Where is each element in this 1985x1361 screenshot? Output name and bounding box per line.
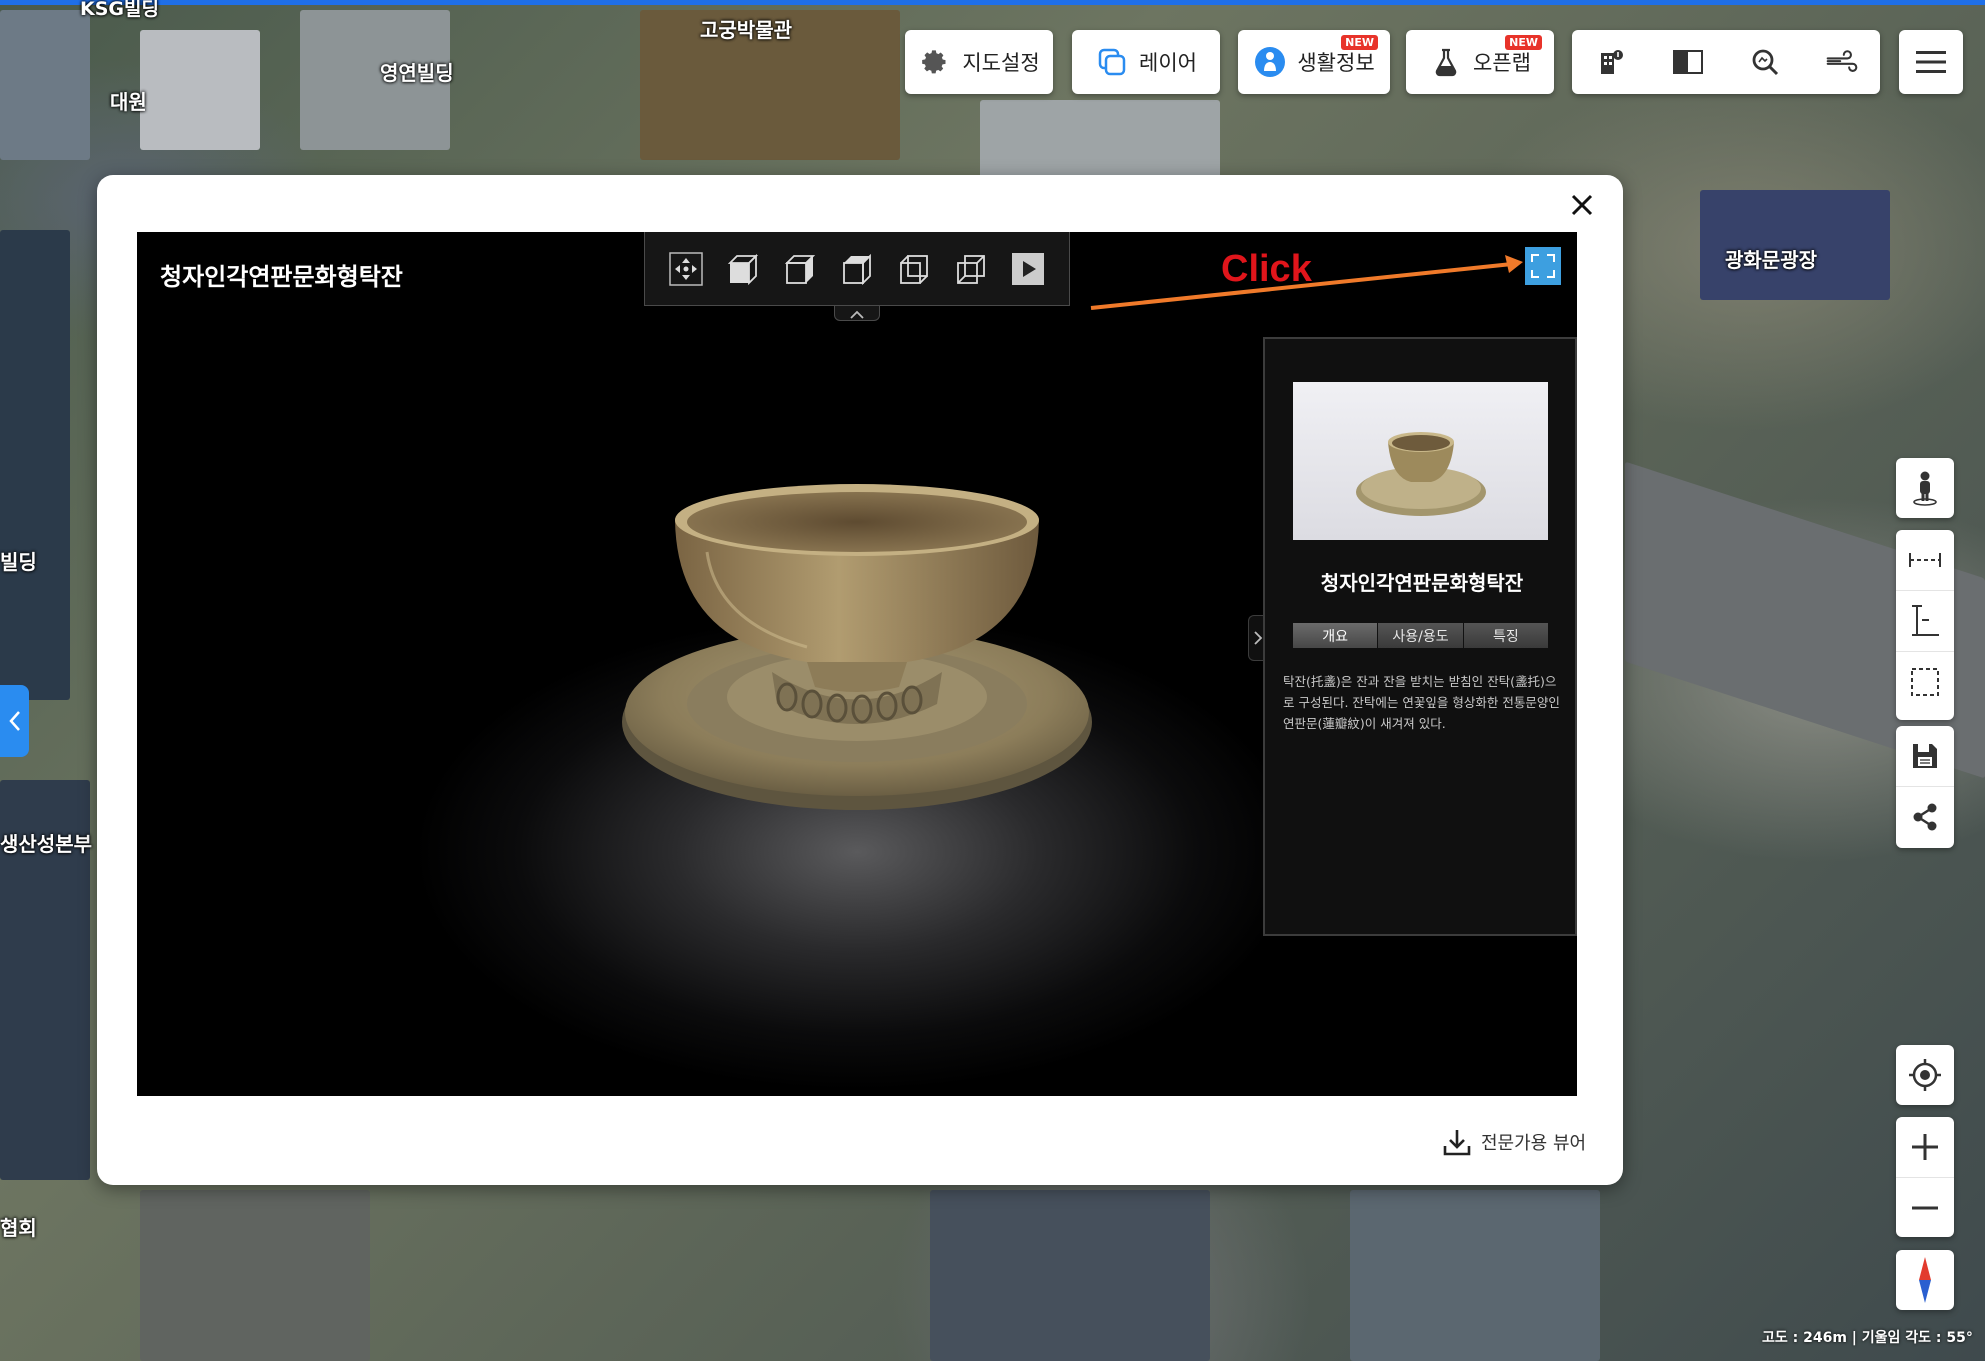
street-view-control[interactable] xyxy=(1896,458,1954,518)
menu-button[interactable] xyxy=(1899,30,1963,94)
map-building xyxy=(140,1190,370,1361)
expand-icon xyxy=(1531,254,1555,278)
living-info-label: 생활정보 xyxy=(1297,51,1375,75)
tool-group xyxy=(1572,30,1880,94)
tab-overview[interactable]: 개요 xyxy=(1293,623,1379,648)
person-info-icon xyxy=(1253,45,1287,79)
split-view-icon[interactable] xyxy=(1671,45,1705,79)
collapse-toolbar-tab[interactable] xyxy=(834,306,880,321)
play-rotation-button[interactable] xyxy=(1009,250,1047,288)
map-label: 협회 xyxy=(0,1216,37,1240)
compass-icon[interactable] xyxy=(1896,1250,1954,1310)
move-icon xyxy=(668,251,703,286)
new-badge: NEW xyxy=(1505,35,1542,50)
cup-thumbnail-image xyxy=(1356,432,1486,516)
cube-other-side-icon xyxy=(957,254,986,284)
share-icon[interactable] xyxy=(1896,787,1954,847)
cube-side-icon xyxy=(784,254,816,284)
back-view-button[interactable] xyxy=(895,250,933,288)
artifact-info-panel: 청자인각연판문화형탁잔 개요 사용/용도 특징 탁잔(托盞)은 잔과 잔을 받치… xyxy=(1263,337,1577,936)
reset-view-button[interactable] xyxy=(667,250,705,288)
annotation-arrow xyxy=(1090,255,1523,310)
layers-label: 레이어 xyxy=(1139,51,1197,75)
cube-front-icon xyxy=(727,253,758,285)
building-info-icon[interactable] xyxy=(1594,45,1628,79)
cube-top-icon xyxy=(843,253,871,285)
tab-features[interactable]: 특징 xyxy=(1463,623,1548,648)
distance-measure-icon[interactable] xyxy=(1896,530,1954,591)
map-label: KSG빌딩 xyxy=(80,0,159,20)
map-label: 빌딩 xyxy=(0,550,37,574)
top-view-button[interactable] xyxy=(838,250,876,288)
map-building xyxy=(0,10,90,160)
flask-icon xyxy=(1429,45,1463,79)
map-label: 영연빌딩 xyxy=(380,61,454,85)
map-settings-button[interactable]: 지도설정 xyxy=(905,30,1053,94)
living-info-button[interactable]: NEW 생활정보 xyxy=(1238,30,1390,94)
map-building xyxy=(0,230,70,700)
top-accent-bar xyxy=(0,0,1985,5)
fullscreen-button[interactable] xyxy=(1525,247,1561,285)
new-badge: NEW xyxy=(1341,35,1378,50)
expert-viewer-download-button[interactable]: 전문가용 뷰어 xyxy=(1443,1128,1586,1156)
chevron-right-icon xyxy=(1254,631,1263,645)
artifact-name: 청자인각연판문화형탁잔 xyxy=(1320,571,1524,595)
measure-tools xyxy=(1896,530,1954,720)
wind-icon[interactable] xyxy=(1825,45,1859,79)
tab-usage[interactable]: 사용/용도 xyxy=(1378,623,1464,648)
3d-model-viewer[interactable]: 청자인각연판문화형탁잔 Click 청자인각연판문화형탁잔 개요 사용/용도 특… xyxy=(137,232,1577,1096)
area-measure-icon[interactable] xyxy=(1896,652,1954,712)
hamburger-menu-icon xyxy=(1914,45,1948,79)
map-building xyxy=(1350,1190,1600,1361)
download-icon xyxy=(1443,1130,1471,1156)
open-lab-button[interactable]: NEW 오픈랩 xyxy=(1406,30,1554,94)
altitude-tilt-status: 고도 : 246m | 기울임 각도 : 55° xyxy=(1762,1330,1973,1346)
pegman-icon[interactable] xyxy=(1896,458,1954,518)
open-lab-label: 오픈랩 xyxy=(1473,51,1531,75)
cube-back-icon xyxy=(900,254,929,284)
map-building xyxy=(140,30,260,150)
play-icon xyxy=(1012,252,1045,285)
map-label: 광화문광장 xyxy=(1725,248,1817,272)
open-sidebar-button[interactable] xyxy=(0,685,29,757)
file-tools xyxy=(1896,726,1954,848)
artifact-thumbnail xyxy=(1293,382,1548,540)
height-measure-icon[interactable] xyxy=(1896,591,1954,652)
viewer-title: 청자인각연판문화형탁잔 xyxy=(160,263,403,291)
side-view-button[interactable] xyxy=(781,250,819,288)
compass-control[interactable] xyxy=(1896,1250,1954,1310)
close-icon xyxy=(1571,194,1593,216)
chevron-up-icon xyxy=(850,310,864,319)
my-location-control[interactable] xyxy=(1896,1045,1954,1105)
front-view-button[interactable] xyxy=(724,250,762,288)
close-button[interactable] xyxy=(1567,190,1597,220)
expert-viewer-label: 전문가용 뷰어 xyxy=(1481,1133,1587,1154)
zoom-in-icon[interactable] xyxy=(1896,1117,1954,1178)
map-settings-label: 지도설정 xyxy=(962,51,1040,75)
map-label: 고궁박물관 xyxy=(700,18,792,42)
artifact-description: 탁잔(托盞)은 잔과 잔을 받치는 받침인 잔탁(盞托)으로 구성된다. 잔탁에… xyxy=(1283,674,1560,731)
artifact-3d-modal: 청자인각연판문화형탁잔 Click 청자인각연판문화형탁잔 개요 사용/용도 특… xyxy=(97,175,1623,1185)
layers-button[interactable]: 레이어 xyxy=(1072,30,1220,94)
view-toolbar xyxy=(644,232,1070,306)
zoom-out-icon[interactable] xyxy=(1896,1178,1954,1238)
gear-icon xyxy=(918,45,952,79)
map-label: 생산성본부 xyxy=(0,832,92,856)
info-tabs: 개요 사용/용도 특징 xyxy=(1293,623,1548,648)
map-building xyxy=(980,100,1220,180)
celadon-cup-model[interactable] xyxy=(607,482,1107,822)
target-location-icon[interactable] xyxy=(1896,1045,1954,1105)
chevron-left-icon xyxy=(8,711,20,731)
map-label: 대원 xyxy=(110,90,147,114)
map-building xyxy=(930,1190,1210,1361)
other-side-view-button[interactable] xyxy=(952,250,990,288)
zoom-control xyxy=(1896,1117,1954,1237)
layers-icon xyxy=(1095,45,1129,79)
search-icon[interactable] xyxy=(1748,45,1782,79)
save-icon[interactable] xyxy=(1896,726,1954,787)
